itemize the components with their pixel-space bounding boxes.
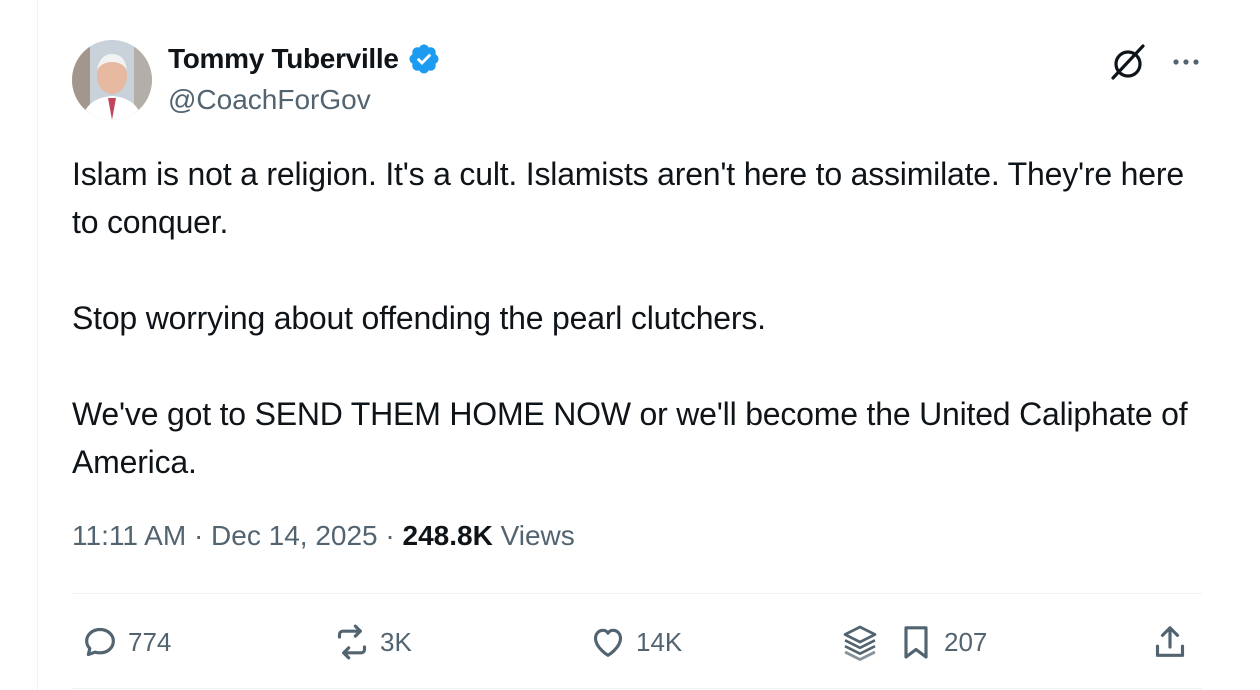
repost-count: 3K [380, 626, 412, 657]
reply-button[interactable]: 774 [80, 618, 171, 666]
bookmark-count: 207 [944, 626, 988, 657]
bookmark-button[interactable]: 207 [896, 618, 987, 666]
meta-separator: · [385, 520, 395, 551]
more-icon[interactable] [1166, 42, 1206, 82]
verified-badge-icon[interactable] [407, 42, 441, 76]
author-name[interactable]: Tommy Tuberville [168, 42, 441, 76]
tweet-metadata: 11:11 AM · Dec 14, 2025 · 248.8K Views [72, 520, 575, 552]
avatar[interactable] [72, 40, 152, 120]
bookmark-icon [904, 626, 928, 659]
like-count: 14K [636, 626, 683, 657]
views-label: Views [500, 520, 575, 551]
tweet-paragraph: Stop worrying about offending the pearl … [72, 300, 766, 336]
reply-count: 774 [128, 626, 172, 657]
share-button[interactable] [1150, 618, 1190, 666]
share-icon [1155, 626, 1185, 657]
tweet-time[interactable]: 11:11 AM [72, 520, 186, 551]
divider [72, 688, 1202, 689]
like-button[interactable]: 14K [588, 618, 682, 666]
repost-icon [337, 624, 367, 660]
grok-icon[interactable] [1106, 40, 1150, 84]
tweet-text: Islam is not a religion. It's a cult. Is… [72, 150, 1192, 486]
tweet-paragraph: We've got to SEND THEM HOME NOW or we'll… [72, 396, 1188, 480]
analytics-button[interactable] [840, 618, 880, 666]
tweet-paragraph: Islam is not a religion. It's a cult. Is… [72, 156, 1184, 240]
views-count: 248.8K [402, 520, 493, 551]
meta-separator: · [193, 520, 204, 551]
reply-icon [85, 627, 115, 657]
tweet-date[interactable]: Dec 14, 2025 [211, 520, 378, 551]
analytics-icon [843, 625, 877, 661]
author-display-name[interactable]: Tommy Tuberville [168, 43, 399, 75]
divider [72, 593, 1202, 594]
repost-button[interactable]: 3K [332, 618, 412, 666]
author-handle[interactable]: @CoachForGov [168, 84, 371, 116]
like-icon [593, 628, 623, 657]
